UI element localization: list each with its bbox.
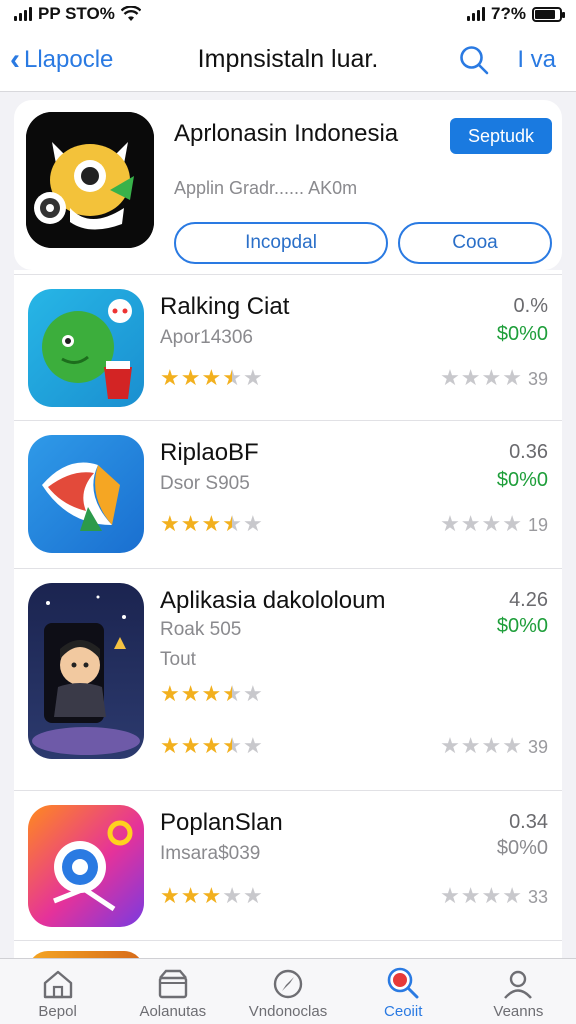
nav-right: I va bbox=[459, 45, 556, 75]
back-label: Llapocle bbox=[24, 45, 114, 73]
secondary-rating-stars: ★ ★ ★ ★ bbox=[440, 883, 522, 908]
tab-label: Ceoiit bbox=[384, 1003, 423, 1020]
app-icon-gradient-circle bbox=[28, 805, 144, 927]
rating-stars: ★ ★ ★ ★ ★ bbox=[160, 365, 263, 390]
app-subtitle: Roak 505 bbox=[160, 619, 242, 640]
tab-apps[interactable]: Aolanutas bbox=[115, 959, 230, 1024]
app-icon-phone-character bbox=[28, 583, 144, 759]
status-left-text: PP STO% bbox=[38, 4, 115, 23]
rating-count: 33 bbox=[527, 887, 548, 907]
back-button[interactable]: ‹ Llapocle bbox=[10, 42, 114, 76]
box-icon bbox=[158, 969, 187, 999]
app-extra-text: Tout bbox=[160, 649, 196, 670]
app-icon-green-creature bbox=[28, 289, 144, 407]
wifi-icon bbox=[120, 6, 141, 21]
search-icon[interactable] bbox=[459, 45, 489, 75]
secondary-rating-stars: ★ ★ ★ ★ bbox=[440, 511, 522, 536]
secondary-rating-stars: ★ ★ ★ ★ bbox=[440, 733, 522, 758]
rating-stars-upper: ★ ★ ★ ★ ★ bbox=[160, 681, 263, 706]
compass-icon bbox=[273, 969, 303, 999]
app-name: PoplanSlan bbox=[160, 809, 283, 836]
battery-icon bbox=[532, 6, 565, 22]
status-left: PP STO% bbox=[14, 4, 141, 24]
app-subtitle: Dsor S905 bbox=[160, 473, 250, 494]
app-price: $0%0 bbox=[496, 615, 548, 637]
app-icon-swirl bbox=[28, 435, 144, 553]
status-bar: PP STO% 7?% bbox=[0, 0, 576, 28]
app-subtitle: Apor14306 bbox=[160, 327, 253, 348]
rating-count: 39 bbox=[527, 737, 548, 757]
list-item[interactable]: PoplanSlan Imsara$039 ★ ★ ★ ★ ★ 0.34 $0%0 ★ ★… bbox=[14, 790, 562, 940]
rating-count: 19 bbox=[527, 515, 548, 535]
app-subtitle: Imsara$039 bbox=[160, 843, 261, 864]
list-item[interactable]: Ralking Ciat Apor14306 ★ ★ ★ ★ ★ 0.% $0%0 ★ ★… bbox=[14, 274, 562, 420]
home-icon bbox=[43, 970, 72, 999]
app-price: $0%0 bbox=[496, 837, 548, 859]
rating-count: 39 bbox=[527, 369, 548, 389]
app-name: Aplikasia dakololoum bbox=[160, 587, 386, 614]
search-icon bbox=[387, 967, 419, 999]
app-value: 4.26 bbox=[509, 589, 548, 611]
tab-discover[interactable]: Vndonoclas bbox=[230, 959, 345, 1024]
tab-label: Aolanutas bbox=[139, 1003, 207, 1020]
app-value: 0.34 bbox=[509, 811, 548, 833]
rating-stars: ★ ★ ★ ★ ★ bbox=[160, 733, 263, 758]
list-item[interactable]: Aplikasia dakololoum Roak 505 Tout ★ ★ ★ ★ ★… bbox=[14, 568, 562, 790]
featured-app-title: Aprlonasin Indonesia bbox=[174, 120, 399, 147]
tab-search[interactable]: Ceoiit bbox=[346, 959, 461, 1024]
app-name: Ralking Ciat bbox=[160, 293, 290, 320]
tab-bar: Bepol Aolanutas Vndonoclas Ceoiit Veanns bbox=[0, 958, 576, 1024]
app-value: 0.36 bbox=[509, 441, 548, 463]
rating-stars: ★ ★ ★ ★ ★ bbox=[160, 511, 263, 536]
featured-app-subtitle: Applin Gradr...... AK0m bbox=[174, 178, 358, 198]
signal-icon bbox=[14, 7, 32, 21]
tab-label: Vndonoclas bbox=[248, 1003, 328, 1020]
app-price: $0%0 bbox=[496, 469, 548, 491]
person-icon bbox=[504, 970, 533, 999]
status-right: 7?% bbox=[467, 4, 565, 24]
app-value: 0.% bbox=[513, 295, 548, 317]
featured-action-button[interactable]: Septudk bbox=[450, 118, 552, 154]
chevron-left-icon: ‹ bbox=[10, 42, 20, 76]
cellular-icon bbox=[467, 7, 486, 21]
main-content: Aprlonasin Indonesia Applin Gradr...... … bbox=[0, 92, 576, 958]
tab-label: Bepol bbox=[38, 1003, 77, 1020]
rating-stars: ★ ★ ★ ★ ★ bbox=[160, 883, 263, 908]
nav-right-button[interactable]: I va bbox=[517, 46, 556, 74]
list-item[interactable]: RiplaoBF Dsor S905 ★ ★ ★ ★ ★ 0.36 $0%0 ★ ★ ★ ★ … bbox=[14, 420, 562, 568]
app-price: $0%0 bbox=[496, 323, 548, 345]
secondary-rating-stars: ★ ★ ★ ★ bbox=[440, 365, 522, 390]
featured-app-icon bbox=[26, 112, 154, 248]
tab-label: Veanns bbox=[493, 1003, 544, 1020]
app-icon-partial bbox=[28, 951, 144, 958]
nav-bar: ‹ Llapocle Impnsistaln luar. I va bbox=[0, 28, 576, 92]
list-item[interactable] bbox=[14, 940, 562, 958]
featured-app-card[interactable]: Aprlonasin Indonesia Applin Gradr...... … bbox=[14, 100, 562, 270]
app-list: Ralking Ciat Apor14306 ★ ★ ★ ★ ★ 0.% $0%0 ★ ★… bbox=[14, 270, 562, 958]
tab-profile[interactable]: Veanns bbox=[461, 959, 576, 1024]
app-name: RiplaoBF bbox=[160, 439, 259, 466]
featured-pill-button-1[interactable]: Incopdal bbox=[174, 222, 388, 264]
featured-pill-button-2[interactable]: Cooa bbox=[398, 222, 552, 264]
tab-home[interactable]: Bepol bbox=[0, 959, 115, 1024]
battery-percent: 7?% bbox=[491, 4, 526, 23]
